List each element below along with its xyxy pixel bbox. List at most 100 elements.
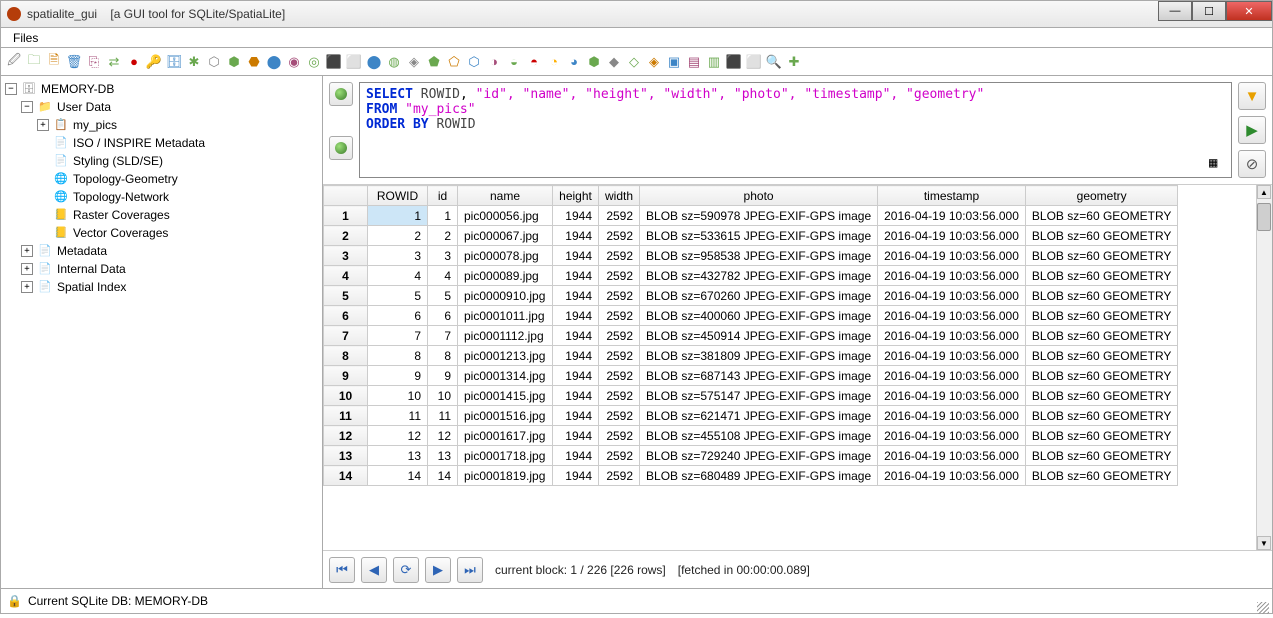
cell[interactable]: 11	[368, 406, 428, 426]
col-header[interactable]: ROWID	[368, 186, 428, 206]
cell[interactable]: 12	[368, 426, 428, 446]
cell[interactable]: 2592	[599, 466, 640, 486]
cell[interactable]: 13	[368, 446, 428, 466]
row-header[interactable]: 4	[324, 266, 368, 286]
cell[interactable]: 10	[368, 386, 428, 406]
cell[interactable]: BLOB sz=60 GEOMETRY	[1025, 406, 1178, 426]
maximize-button[interactable]: ☐	[1192, 1, 1226, 21]
col-header[interactable]: id	[428, 186, 458, 206]
cell[interactable]: BLOB sz=60 GEOMETRY	[1025, 386, 1178, 406]
cell[interactable]: 2592	[599, 446, 640, 466]
expander-icon[interactable]: −	[21, 101, 33, 113]
toolbar-button-18[interactable]: ⬤	[365, 53, 383, 71]
cell[interactable]: 8	[428, 346, 458, 366]
cell[interactable]: 2592	[599, 346, 640, 366]
expander-icon[interactable]: −	[5, 83, 17, 95]
cell[interactable]: 10	[428, 386, 458, 406]
cell[interactable]: 3	[368, 246, 428, 266]
col-header[interactable]: height	[553, 186, 599, 206]
cell[interactable]: pic0001213.jpg	[458, 346, 553, 366]
cell[interactable]: pic000089.jpg	[458, 266, 553, 286]
cell[interactable]: pic000078.jpg	[458, 246, 553, 266]
toolbar-button-5[interactable]: ⇄	[105, 53, 123, 71]
results-grid[interactable]: ROWIDidnameheightwidthphototimestampgeom…	[323, 185, 1178, 486]
cell[interactable]: 8	[368, 346, 428, 366]
cell[interactable]: BLOB sz=680489 JPEG-EXIF-GPS image	[640, 466, 878, 486]
toolbar-button-0[interactable]: 🖉	[5, 53, 23, 71]
scroll-down-icon[interactable]: ▼	[1257, 536, 1271, 550]
cell[interactable]: pic0001617.jpg	[458, 426, 553, 446]
tree-item[interactable]: 🌐Topology-Network	[5, 188, 318, 206]
cell[interactable]: 14	[428, 466, 458, 486]
row-header[interactable]: 10	[324, 386, 368, 406]
tree-root[interactable]: − 🗄 MEMORY-DB	[5, 80, 318, 98]
cell[interactable]: BLOB sz=60 GEOMETRY	[1025, 446, 1178, 466]
toolbar-button-9[interactable]: ✱	[185, 53, 203, 71]
cell[interactable]: 5	[368, 286, 428, 306]
cell[interactable]: BLOB sz=60 GEOMETRY	[1025, 326, 1178, 346]
cell[interactable]: 1944	[553, 326, 599, 346]
cell[interactable]: BLOB sz=60 GEOMETRY	[1025, 226, 1178, 246]
col-header[interactable]: timestamp	[878, 186, 1026, 206]
cell[interactable]: 9	[368, 366, 428, 386]
cell[interactable]: 1944	[553, 446, 599, 466]
table-row[interactable]: 333pic000078.jpg19442592BLOB sz=958538 J…	[324, 246, 1178, 266]
cell[interactable]: 2016-04-19 10:03:56.000	[878, 326, 1026, 346]
table-row[interactable]: 121212pic0001617.jpg19442592BLOB sz=4551…	[324, 426, 1178, 446]
col-header[interactable]: geometry	[1025, 186, 1178, 206]
table-row[interactable]: 222pic000067.jpg19442592BLOB sz=533615 J…	[324, 226, 1178, 246]
cell[interactable]: 2016-04-19 10:03:56.000	[878, 406, 1026, 426]
toolbar-button-26[interactable]: ◓	[525, 53, 543, 71]
toolbar-button-36[interactable]: ⬛	[725, 53, 743, 71]
cell[interactable]: 4	[368, 266, 428, 286]
cell[interactable]: 2016-04-19 10:03:56.000	[878, 346, 1026, 366]
table-row[interactable]: 888pic0001213.jpg19442592BLOB sz=381809 …	[324, 346, 1178, 366]
cell[interactable]: BLOB sz=729240 JPEG-EXIF-GPS image	[640, 446, 878, 466]
toolbar-button-20[interactable]: ◈	[405, 53, 423, 71]
row-header[interactable]: 5	[324, 286, 368, 306]
cell[interactable]: pic0001516.jpg	[458, 406, 553, 426]
toolbar-button-30[interactable]: ◆	[605, 53, 623, 71]
execute-button[interactable]: ▶	[1238, 116, 1266, 144]
cell[interactable]: 1944	[553, 286, 599, 306]
tree-spatial[interactable]: + 📄 Spatial Index	[5, 278, 318, 296]
row-header[interactable]: 9	[324, 366, 368, 386]
expander-icon[interactable]: +	[21, 281, 33, 293]
toolbar-button-39[interactable]: ✚	[785, 53, 803, 71]
cell[interactable]: 4	[428, 266, 458, 286]
expander-icon[interactable]: +	[21, 263, 33, 275]
cell[interactable]: 2592	[599, 426, 640, 446]
cell[interactable]: BLOB sz=60 GEOMETRY	[1025, 346, 1178, 366]
expander-icon[interactable]: +	[21, 245, 33, 257]
vertical-scrollbar[interactable]: ▲ ▼	[1256, 185, 1272, 550]
sql-editor[interactable]: SELECT ROWID, "id", "name", "height", "w…	[359, 82, 1232, 178]
col-header[interactable]: width	[599, 186, 640, 206]
cell[interactable]: BLOB sz=60 GEOMETRY	[1025, 266, 1178, 286]
toolbar-button-35[interactable]: ▥	[705, 53, 723, 71]
toolbar-button-38[interactable]: 🔍	[765, 53, 783, 71]
cell[interactable]: pic0001718.jpg	[458, 446, 553, 466]
scroll-thumb[interactable]	[1257, 203, 1271, 231]
expander-icon[interactable]: +	[37, 119, 49, 131]
tree-item[interactable]: +📋my_pics	[5, 116, 318, 134]
cell[interactable]: 1	[368, 206, 428, 226]
cell[interactable]: pic000067.jpg	[458, 226, 553, 246]
toolbar-button-13[interactable]: ⬤	[265, 53, 283, 71]
cell[interactable]: 2016-04-19 10:03:56.000	[878, 306, 1026, 326]
row-header[interactable]: 12	[324, 426, 368, 446]
table-row[interactable]: 555pic0000910.jpg19442592BLOB sz=670260 …	[324, 286, 1178, 306]
menu-files[interactable]: Files	[7, 29, 44, 47]
cell[interactable]: BLOB sz=432782 JPEG-EXIF-GPS image	[640, 266, 878, 286]
toolbar-button-6[interactable]: ●	[125, 53, 143, 71]
close-button[interactable]: ✕	[1226, 1, 1272, 21]
cell[interactable]: 2016-04-19 10:03:56.000	[878, 466, 1026, 486]
cell[interactable]: BLOB sz=670260 JPEG-EXIF-GPS image	[640, 286, 878, 306]
row-header[interactable]: 3	[324, 246, 368, 266]
sql-next-button[interactable]	[329, 136, 353, 160]
row-header[interactable]: 6	[324, 306, 368, 326]
cell[interactable]: BLOB sz=60 GEOMETRY	[1025, 286, 1178, 306]
tree-internal[interactable]: + 📄 Internal Data	[5, 260, 318, 278]
cell[interactable]: 1944	[553, 386, 599, 406]
cell[interactable]: 2592	[599, 206, 640, 226]
cell[interactable]: 2016-04-19 10:03:56.000	[878, 206, 1026, 226]
